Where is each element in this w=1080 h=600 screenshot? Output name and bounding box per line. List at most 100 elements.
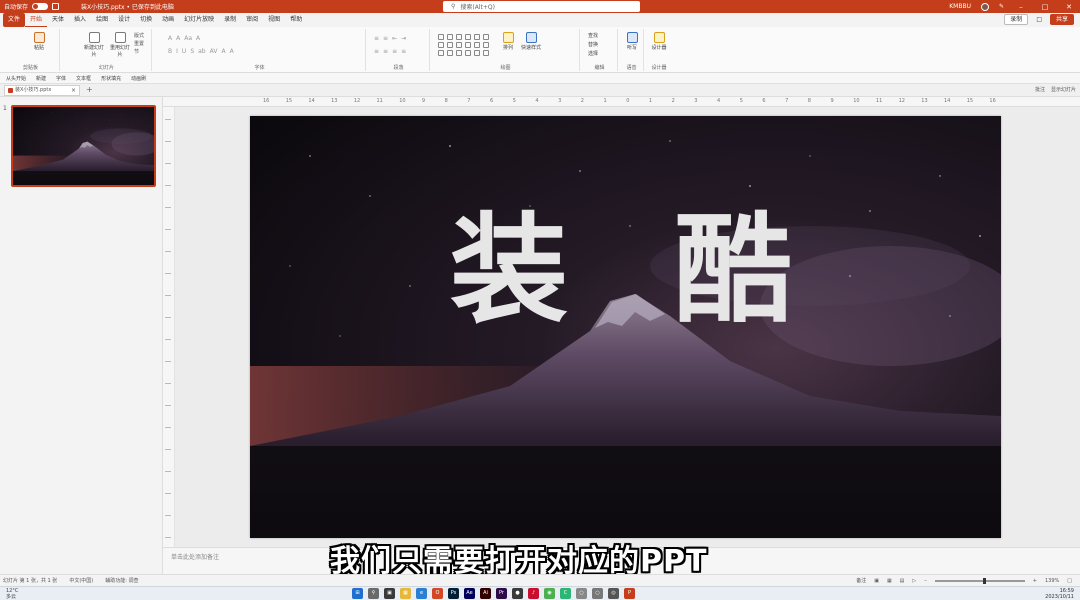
app-icon[interactable]: ●: [512, 588, 523, 599]
photoshop-icon[interactable]: Ps: [448, 588, 459, 599]
paste-button[interactable]: 粘贴: [28, 32, 50, 51]
tab-view[interactable]: 视图: [263, 13, 285, 27]
tab-insert[interactable]: 插入: [69, 13, 91, 27]
edge-icon[interactable]: e: [416, 588, 427, 599]
align-controls[interactable]: ≡ ≡ ≡ ≡: [374, 48, 406, 55]
quick-item[interactable]: 形状填充: [101, 75, 121, 82]
app3-icon[interactable]: ○: [592, 588, 603, 599]
save-icon[interactable]: [52, 3, 60, 10]
new-slide-button[interactable]: 新建幻灯片: [82, 32, 106, 58]
main-slide[interactable]: 装 酷: [250, 116, 1001, 538]
document-tab-label: 装X小技巧.pptx: [15, 87, 52, 93]
record-button[interactable]: 录制: [1004, 14, 1029, 25]
reuse-slide-button[interactable]: 重用幻灯片: [108, 32, 132, 58]
app4-icon[interactable]: ◎: [608, 588, 619, 599]
green-app-icon[interactable]: C: [560, 588, 571, 599]
quick-item[interactable]: 动画刷: [131, 75, 146, 82]
replace-button[interactable]: 替换: [588, 41, 598, 50]
group-font: A A Aa A B I U Sab AV A A 字体: [154, 29, 366, 71]
find-button[interactable]: 查找: [588, 32, 598, 41]
layout-button[interactable]: 版式: [134, 32, 144, 40]
pen-icon[interactable]: ✎: [999, 3, 1004, 10]
normal-view-icon[interactable]: ▣: [874, 578, 879, 584]
dictate-button[interactable]: 听写: [623, 32, 641, 51]
group-label: 语音: [626, 65, 637, 71]
ruler-tick: [165, 339, 171, 340]
document-tab[interactable]: 装X小技巧.pptx ×: [4, 85, 80, 96]
tab-tianti[interactable]: 天体: [47, 13, 69, 27]
zoom-in-icon[interactable]: +: [1033, 578, 1037, 584]
slide-number: 1: [3, 105, 7, 112]
premiere-icon[interactable]: Pr: [496, 588, 507, 599]
font-controls[interactable]: A A Aa A: [168, 35, 200, 42]
section-button[interactable]: 节: [134, 48, 144, 56]
quick-styles-button[interactable]: 快速样式: [520, 32, 542, 51]
user-name[interactable]: KMBBU: [949, 3, 971, 10]
close-icon[interactable]: ✕: [1062, 3, 1076, 11]
after-effects-icon[interactable]: Ae: [464, 588, 475, 599]
task-view-icon[interactable]: ▣: [384, 588, 395, 599]
tab-review[interactable]: 审阅: [241, 13, 263, 27]
zoom-out-icon[interactable]: –: [924, 578, 927, 584]
tab-help[interactable]: 帮助: [285, 13, 307, 27]
new-tab-icon[interactable]: +: [86, 85, 93, 94]
slide-title-left[interactable]: 装: [450, 211, 568, 329]
tab-record[interactable]: 录制: [219, 13, 241, 27]
office-icon[interactable]: O: [432, 588, 443, 599]
tab-design[interactable]: 设计: [113, 13, 135, 27]
tab-transitions[interactable]: 切换: [135, 13, 157, 27]
quick-item[interactable]: 文本框: [76, 75, 91, 82]
reset-button[interactable]: 重置: [134, 40, 144, 48]
comments-button[interactable]: 批注: [1035, 86, 1045, 93]
avatar[interactable]: [980, 2, 989, 11]
reading-view-icon[interactable]: ▤: [900, 578, 905, 584]
ruler-tick: [165, 163, 171, 164]
ruler-tick: [165, 471, 171, 472]
thumbnail-image: [13, 107, 154, 185]
show-slides-button[interactable]: 显示幻灯片: [1051, 86, 1076, 93]
share-button[interactable]: 共享: [1049, 14, 1074, 25]
tab-draw[interactable]: 绘图: [91, 13, 113, 27]
powerpoint-taskbar-icon[interactable]: P: [624, 588, 635, 599]
arrange-button[interactable]: 排列: [498, 32, 518, 51]
tab-animations[interactable]: 动画: [157, 13, 179, 27]
select-button[interactable]: 选择: [588, 50, 598, 59]
sorter-view-icon[interactable]: ▦: [887, 578, 892, 584]
search-taskbar-icon[interactable]: ⚲: [368, 588, 379, 599]
list-controls[interactable]: ≡ ≡ ⇤ ⇥: [374, 35, 406, 42]
comment-icon[interactable]: □: [1036, 16, 1042, 23]
language-indicator[interactable]: 中文(中国): [69, 577, 93, 584]
quick-item[interactable]: 字体: [56, 75, 66, 82]
quick-item[interactable]: 新建: [36, 75, 46, 82]
close-tab-icon[interactable]: ×: [71, 86, 76, 95]
tab-slideshow[interactable]: 幻灯片放映: [179, 13, 219, 27]
notes-button[interactable]: 备注: [856, 577, 866, 584]
slide-thumbnail[interactable]: [11, 105, 156, 187]
weather-widget[interactable]: 12°C 多云: [6, 588, 18, 600]
tab-file[interactable]: 文件: [3, 13, 26, 27]
zoom-level[interactable]: 139%: [1045, 578, 1059, 584]
quick-item[interactable]: 从头开始: [6, 75, 26, 82]
file-explorer-icon[interactable]: ▦: [400, 588, 411, 599]
search-input[interactable]: ⚲ 搜索(Alt+Q): [443, 1, 640, 12]
minimize-icon[interactable]: –: [1014, 3, 1028, 11]
illustrator-icon[interactable]: Ai: [480, 588, 491, 599]
slideshow-icon[interactable]: ▷: [912, 578, 916, 584]
slide-title-right[interactable]: 酷: [674, 211, 792, 329]
font-format-controls[interactable]: B I U Sab AV A A: [168, 48, 234, 55]
netease-music-icon[interactable]: ♪: [528, 588, 539, 599]
document-title[interactable]: 装X小技巧.pptx • 已保存到此电脑: [81, 2, 174, 11]
start-icon[interactable]: ⊞: [352, 588, 363, 599]
chrome-icon[interactable]: ◉: [544, 588, 555, 599]
accessibility-indicator[interactable]: 辅助功能: 调查: [105, 577, 138, 584]
zoom-slider-thumb[interactable]: [982, 577, 986, 584]
zoom-slider[interactable]: [934, 577, 1025, 584]
tab-home[interactable]: 开始: [25, 13, 48, 27]
app2-icon[interactable]: ○: [576, 588, 587, 599]
fit-slide-icon[interactable]: □: [1067, 578, 1072, 584]
autosave-toggle[interactable]: [32, 3, 49, 10]
shape-gallery[interactable]: [438, 34, 490, 56]
system-tray[interactable]: 16:59 2023/10/11: [1045, 588, 1074, 600]
designer-button[interactable]: 设计器: [649, 32, 669, 51]
maximize-icon[interactable]: □: [1038, 3, 1052, 11]
